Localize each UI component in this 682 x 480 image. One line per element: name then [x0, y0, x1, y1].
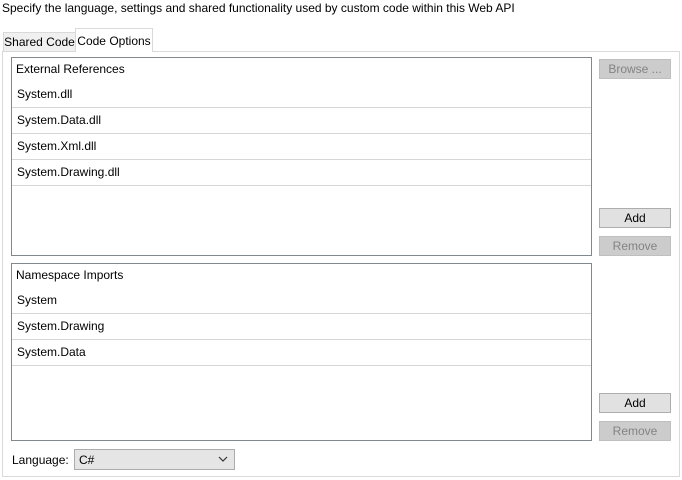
list-item[interactable]: System.dll: [12, 82, 591, 108]
namespace-imports-list[interactable]: Namespace Imports System System.Drawing Sy…: [11, 263, 592, 441]
language-label: Language:: [12, 453, 69, 467]
list-item[interactable]: System.Drawing: [12, 314, 591, 340]
list-item[interactable]: System.Data: [12, 340, 591, 366]
external-references-list[interactable]: External References System.dll System.Dat…: [11, 57, 592, 256]
tab-code-options[interactable]: Code Options: [75, 28, 153, 52]
list-header: Namespace Imports: [16, 268, 124, 282]
remove-reference-button[interactable]: Remove: [599, 236, 671, 256]
language-select[interactable]: C#: [74, 449, 235, 470]
description-text: Specify the language, settings and share…: [2, 1, 515, 15]
list-item[interactable]: System.Drawing.dll: [12, 160, 591, 186]
add-reference-button[interactable]: Add: [599, 208, 671, 228]
code-options-dialog: Specify the language, settings and share…: [0, 0, 682, 480]
list-item[interactable]: System.Xml.dll: [12, 134, 591, 160]
tab-label: Shared Code: [4, 35, 75, 49]
list-item[interactable]: System: [12, 288, 591, 314]
tab-shared-code[interactable]: Shared Code: [3, 32, 76, 51]
browse-button[interactable]: Browse ...: [599, 59, 671, 79]
list-item[interactable]: System.Data.dll: [12, 108, 591, 134]
tab-label: Code Options: [77, 33, 151, 48]
remove-namespace-button[interactable]: Remove: [599, 421, 671, 441]
list-header: External References: [16, 62, 125, 76]
add-namespace-button[interactable]: Add: [599, 393, 671, 413]
language-value: C#: [79, 452, 95, 467]
chevron-down-icon: [218, 456, 228, 462]
